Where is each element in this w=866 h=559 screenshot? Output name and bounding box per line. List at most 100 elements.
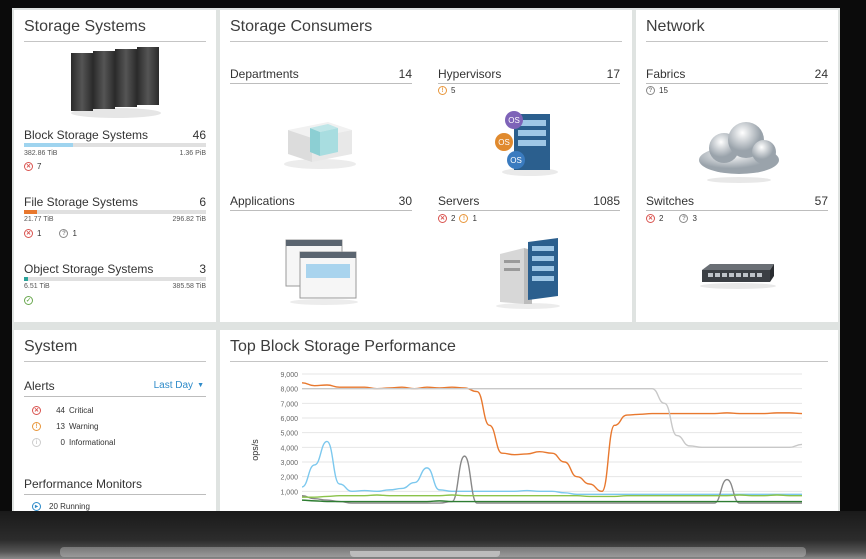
- hypervisors-status[interactable]: ! 5: [438, 86, 455, 95]
- series-line-light-blue[interactable]: [301, 440, 802, 495]
- file-storage-label[interactable]: File Storage Systems: [24, 195, 138, 209]
- perf-monitors-divider: [24, 494, 206, 495]
- series-line-dark-green[interactable]: [301, 499, 802, 503]
- switches-unknown-count: 3: [692, 214, 697, 223]
- file-unknown-count: 1: [72, 229, 77, 238]
- y-axis-label: ops/s: [250, 439, 260, 461]
- applications-row[interactable]: Applications 30: [230, 194, 412, 208]
- servers-row[interactable]: Servers 1085: [438, 194, 620, 208]
- critical-icon: ✕: [32, 406, 41, 415]
- switches-row[interactable]: Switches 57: [646, 194, 828, 208]
- file-capacity-fill: [24, 210, 37, 214]
- series-line-green[interactable]: [302, 494, 802, 498]
- svg-text:OS: OS: [498, 138, 510, 147]
- switches-status[interactable]: ✕ 2 ? 3: [646, 214, 697, 223]
- fabrics-label[interactable]: Fabrics: [646, 67, 685, 81]
- switches-divider: [646, 210, 828, 211]
- laptop-notch: [350, 551, 500, 557]
- servers-status[interactable]: ✕ 2 ! 1: [438, 214, 477, 223]
- alert-count: 0: [60, 438, 65, 447]
- applications-label[interactable]: Applications: [230, 194, 295, 208]
- alert-label: Informational: [69, 438, 116, 447]
- y-tick-label: 3,000: [280, 460, 298, 467]
- file-storage-used: 21.77 TiB: [24, 216, 54, 223]
- applications-divider: [230, 210, 412, 211]
- applications-windows-icon: [285, 239, 358, 305]
- error-icon: ✕: [24, 162, 33, 171]
- fabrics-status[interactable]: ? 15: [646, 86, 668, 95]
- dashboard-screen: Storage Systems Block Storage Systems 46…: [12, 8, 840, 511]
- y-tick-label: 6,000: [280, 416, 298, 423]
- series-line-orange[interactable]: [301, 382, 803, 493]
- network-panel: Network Fabrics 24 ? 15 Switches 57 ✕ 2 …: [636, 10, 838, 322]
- object-storage-total: 385.58 TiB: [172, 283, 206, 290]
- svg-text:OS: OS: [508, 116, 520, 125]
- block-storage-capacity-bar: [24, 143, 206, 147]
- block-storage-label[interactable]: Block Storage Systems: [24, 128, 148, 142]
- performance-chart[interactable]: 1,000 2,000 3,000 4,000 5,000 6,000 7,000 8,000…: [220, 366, 838, 511]
- switches-label[interactable]: Switches: [646, 194, 694, 208]
- alerts-label: Alerts: [24, 379, 55, 393]
- perf-monitors-running[interactable]: ▸ 20 Running: [32, 502, 90, 511]
- chevron-down-icon: ▼: [197, 382, 204, 389]
- servers-label[interactable]: Servers: [438, 194, 479, 208]
- y-tick-label: 2,000: [280, 475, 298, 482]
- file-error-count: 1: [37, 229, 42, 238]
- cloud-icon: [699, 122, 779, 183]
- error-icon: ✕: [24, 229, 33, 238]
- hypervisors-count: 17: [606, 67, 620, 81]
- alerts-period-dropdown[interactable]: Last Day ▼: [154, 380, 204, 391]
- alert-row-critical[interactable]: ✕ 44 Critical: [32, 406, 93, 415]
- departments-label[interactable]: Departments: [230, 67, 299, 81]
- object-storage-status[interactable]: ✓: [24, 296, 33, 305]
- unknown-icon: ?: [59, 229, 69, 238]
- object-storage-used: 6.51 TiB: [24, 283, 50, 290]
- alert-row-warning[interactable]: ! 13 Warning: [32, 422, 99, 431]
- object-storage-capacity-bar: [24, 277, 206, 281]
- storage-consumers-panel: Storage Consumers Departments 14 Hypervi…: [220, 10, 632, 322]
- object-storage-label[interactable]: Object Storage Systems: [24, 262, 153, 276]
- file-storage-count: 6: [199, 195, 206, 209]
- hypervisors-warning-count: 5: [451, 86, 456, 95]
- departments-divider: [230, 83, 412, 84]
- system-title: System: [24, 330, 206, 362]
- alerts-divider: [24, 396, 206, 397]
- hypervisors-row[interactable]: Hypervisors 17: [438, 67, 620, 81]
- alert-label: Warning: [69, 422, 99, 431]
- hypervisors-label[interactable]: Hypervisors: [438, 67, 501, 81]
- object-storage-row[interactable]: Object Storage Systems 3: [24, 262, 206, 276]
- servers-count: 1085: [593, 194, 620, 208]
- server-rack-icon: [71, 47, 161, 118]
- network-switch-icon: [700, 264, 776, 289]
- y-tick-label: 9,000: [280, 372, 298, 379]
- block-error-count: 7: [37, 162, 42, 171]
- storage-consumers-title: Storage Consumers: [230, 10, 622, 42]
- alert-count: 13: [56, 422, 65, 431]
- file-storage-status[interactable]: ✕ 1 ? 1: [24, 229, 77, 238]
- y-tick-label: 4,000: [280, 445, 298, 452]
- storage-systems-title: Storage Systems: [24, 10, 206, 42]
- unknown-icon: ?: [646, 86, 655, 95]
- block-storage-used: 382.86 TiB: [24, 150, 58, 157]
- hypervisors-divider: [438, 83, 620, 84]
- fabrics-row[interactable]: Fabrics 24: [646, 67, 828, 81]
- block-storage-row[interactable]: Block Storage Systems 46: [24, 128, 206, 142]
- block-storage-status[interactable]: ✕ 7: [24, 162, 41, 171]
- departments-row[interactable]: Departments 14: [230, 67, 412, 81]
- applications-count: 30: [398, 194, 412, 208]
- object-storage-count: 3: [199, 262, 206, 276]
- warning-icon: !: [459, 214, 469, 223]
- file-storage-row[interactable]: File Storage Systems 6: [24, 195, 206, 209]
- block-storage-count: 46: [192, 128, 206, 142]
- fabrics-unknown-count: 15: [659, 86, 668, 95]
- error-icon: ✕: [646, 214, 655, 223]
- block-capacity-fill: [24, 143, 74, 147]
- info-icon: i: [32, 438, 41, 447]
- running-icon: ▸: [32, 502, 41, 511]
- performance-monitors-label: Performance Monitors: [24, 477, 143, 491]
- departments-cube-icon: [284, 122, 356, 169]
- alert-row-informational[interactable]: i 0 Informational: [32, 438, 115, 447]
- network-title: Network: [646, 10, 828, 42]
- warning-icon: !: [32, 422, 41, 431]
- y-tick-label: 1,000: [280, 489, 298, 496]
